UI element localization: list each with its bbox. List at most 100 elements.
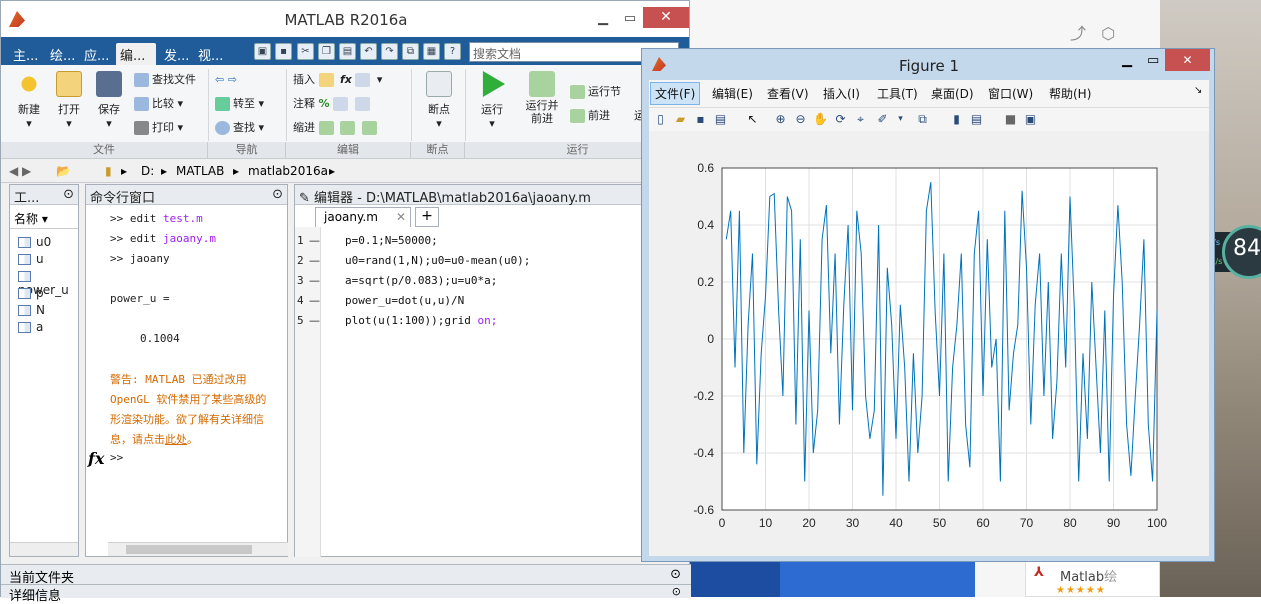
- run-button[interactable]: 运行 ▾: [475, 71, 509, 130]
- current-folder-bar[interactable]: 当前文件夹 ⊙: [1, 564, 691, 586]
- code-line[interactable]: p=0.1;N=50000;: [345, 234, 438, 247]
- addr-folder2[interactable]: matlab2016a: [248, 164, 328, 178]
- copy-icon[interactable]: ❐: [318, 43, 335, 60]
- data-cursor-icon[interactable]: ⌖: [853, 112, 868, 127]
- menu-insert[interactable]: 插入(I): [823, 85, 860, 102]
- expand-icon[interactable]: ⊙: [670, 567, 681, 582]
- code-line[interactable]: plot(u(1:100));grid on;: [345, 314, 497, 327]
- layout-icon[interactable]: ▦: [423, 43, 440, 60]
- advance-button[interactable]: 前进: [570, 107, 610, 125]
- insert-button[interactable]: 插入 fx ▾: [293, 71, 382, 89]
- find-files-button[interactable]: 查找文件: [134, 71, 196, 89]
- minimize-button[interactable]: ▁: [589, 9, 617, 29]
- background-card[interactable]: ⅄ Matlab绘 ★★★★★: [1025, 560, 1160, 597]
- print-button[interactable]: 打印 ▾: [134, 119, 183, 137]
- list-item[interactable]: p: [18, 286, 44, 300]
- tab-home[interactable]: 主...: [9, 43, 38, 65]
- cut-icon[interactable]: ✂: [297, 43, 314, 60]
- up-folder-icon[interactable]: 📂: [56, 164, 71, 178]
- show-plot-tools-icon[interactable]: ▣: [1023, 112, 1038, 127]
- panel-menu-icon[interactable]: ⊙: [272, 187, 283, 202]
- zoom-out-icon[interactable]: ⊖: [793, 112, 808, 127]
- run-advance-button[interactable]: 运行并 前进: [521, 71, 563, 125]
- close-button[interactable]: ✕: [643, 7, 689, 28]
- brush-dropdown-icon[interactable]: ▾: [893, 112, 908, 127]
- pointer-icon[interactable]: ↖: [745, 112, 760, 127]
- pan-icon[interactable]: ✋: [813, 112, 828, 127]
- tab-editor[interactable]: 编...: [116, 43, 156, 65]
- rotate-icon[interactable]: ⟳: [833, 112, 848, 127]
- warning-link[interactable]: 此处: [165, 433, 187, 446]
- indent-button[interactable]: 缩进: [293, 119, 380, 137]
- quick-new-icon[interactable]: ▣: [254, 43, 271, 60]
- fx-icon[interactable]: fx: [88, 449, 104, 468]
- maximize-button[interactable]: ▭: [1147, 53, 1159, 68]
- new-figure-icon[interactable]: ▯: [653, 112, 668, 127]
- list-item[interactable]: u0: [18, 235, 51, 249]
- menu-window[interactable]: 窗口(W): [988, 85, 1033, 102]
- breakpoints-button[interactable]: 断点 ▾: [421, 71, 457, 130]
- help-icon[interactable]: ?: [444, 43, 461, 60]
- horizontal-scrollbar[interactable]: [108, 542, 288, 556]
- zoom-in-icon[interactable]: ⊕: [773, 112, 788, 127]
- tab-plots[interactable]: 绘...: [46, 43, 75, 65]
- line-plot[interactable]: 0 10 20 30 40 50 60 70 80 90 100 0.6 0.4 0.2 0 -0.2 -0.4…: [649, 131, 1209, 556]
- menu-edit[interactable]: 编辑(E): [712, 85, 753, 102]
- menu-help[interactable]: 帮助(H): [1049, 85, 1091, 102]
- save-figure-icon[interactable]: ▪: [693, 112, 708, 127]
- hide-plot-tools-icon[interactable]: ■: [1003, 112, 1018, 127]
- details-bar[interactable]: 详细信息 ⊙: [1, 584, 691, 604]
- editor-tab[interactable]: jaoany.m ✕: [315, 207, 411, 227]
- command-window[interactable]: 命令行窗口 ⊙ >> edit test.m >> edit jaoany.m >…: [85, 184, 288, 557]
- maximize-button[interactable]: ▭: [616, 9, 644, 29]
- command-prompt[interactable]: >>: [110, 451, 123, 464]
- figure-canvas[interactable]: 0 10 20 30 40 50 60 70 80 90 100 0.6 0.4 0.2 0 -0.2 -0.4…: [649, 131, 1209, 556]
- menu-tools[interactable]: 工具(T): [877, 85, 918, 102]
- minimize-button[interactable]: ▁: [1122, 53, 1132, 68]
- tab-view[interactable]: 视...: [194, 43, 223, 65]
- switch-windows-icon[interactable]: ⧉: [402, 43, 419, 60]
- run-section-button[interactable]: 运行节: [570, 83, 621, 101]
- open-button[interactable]: 打开 ▾: [53, 71, 85, 130]
- list-item[interactable]: N: [18, 303, 45, 317]
- new-tab-button[interactable]: +: [415, 207, 439, 227]
- workspace-column-header[interactable]: 名称 ▾: [10, 207, 78, 229]
- horizontal-scrollbar[interactable]: [10, 542, 78, 556]
- comment-button[interactable]: 注释 %: [293, 95, 373, 113]
- code-line[interactable]: a=sqrt(p/0.083);u=u0*a;: [345, 274, 497, 287]
- back-forward-icon[interactable]: ⇦ ⇨: [215, 71, 237, 89]
- code-line[interactable]: u0=rand(1,N);u0=u0-mean(u0);: [345, 254, 530, 267]
- dock-icon[interactable]: ↘: [1194, 85, 1202, 96]
- panel-menu-icon[interactable]: ⊙: [63, 187, 74, 202]
- scrollbar-thumb[interactable]: [126, 545, 252, 554]
- goto-button[interactable]: 转至 ▾: [215, 95, 264, 113]
- paste-icon[interactable]: ▤: [339, 43, 356, 60]
- quick-save-icon[interactable]: ▪: [275, 43, 292, 60]
- link-plot-icon[interactable]: ⧉: [915, 112, 930, 127]
- menu-desktop[interactable]: 桌面(D): [931, 85, 974, 102]
- save-button[interactable]: 保存 ▾: [93, 71, 125, 130]
- list-item[interactable]: a: [18, 320, 43, 334]
- addr-drive[interactable]: D:: [141, 164, 154, 178]
- expand-icon[interactable]: ⊙: [672, 585, 681, 598]
- list-item[interactable]: u: [18, 252, 44, 266]
- close-tab-icon[interactable]: ✕: [396, 210, 406, 224]
- colorbar-icon[interactable]: ▮: [949, 112, 964, 127]
- code-line[interactable]: power_u=dot(u,u)/N: [345, 294, 464, 307]
- redo-icon[interactable]: ↷: [381, 43, 398, 60]
- undo-icon[interactable]: ↶: [360, 43, 377, 60]
- tab-publish[interactable]: 发...: [160, 43, 189, 65]
- find-button[interactable]: 查找 ▾: [215, 119, 264, 137]
- print-figure-icon[interactable]: ▤: [713, 112, 728, 127]
- new-button[interactable]: 新建 ▾: [13, 71, 45, 130]
- addr-folder1[interactable]: MATLAB: [176, 164, 224, 178]
- compare-button[interactable]: 比较 ▾: [134, 95, 183, 113]
- menu-view[interactable]: 查看(V): [767, 85, 809, 102]
- open-file-icon[interactable]: ▰: [673, 112, 688, 127]
- back-forward-icon[interactable]: ◀ ▶: [9, 164, 31, 178]
- close-button[interactable]: ✕: [1165, 49, 1210, 71]
- tab-apps[interactable]: 应...: [80, 43, 109, 65]
- legend-icon[interactable]: ▤: [969, 112, 984, 127]
- menu-file[interactable]: 文件(F): [650, 82, 701, 105]
- brush-icon[interactable]: ✐: [875, 112, 890, 127]
